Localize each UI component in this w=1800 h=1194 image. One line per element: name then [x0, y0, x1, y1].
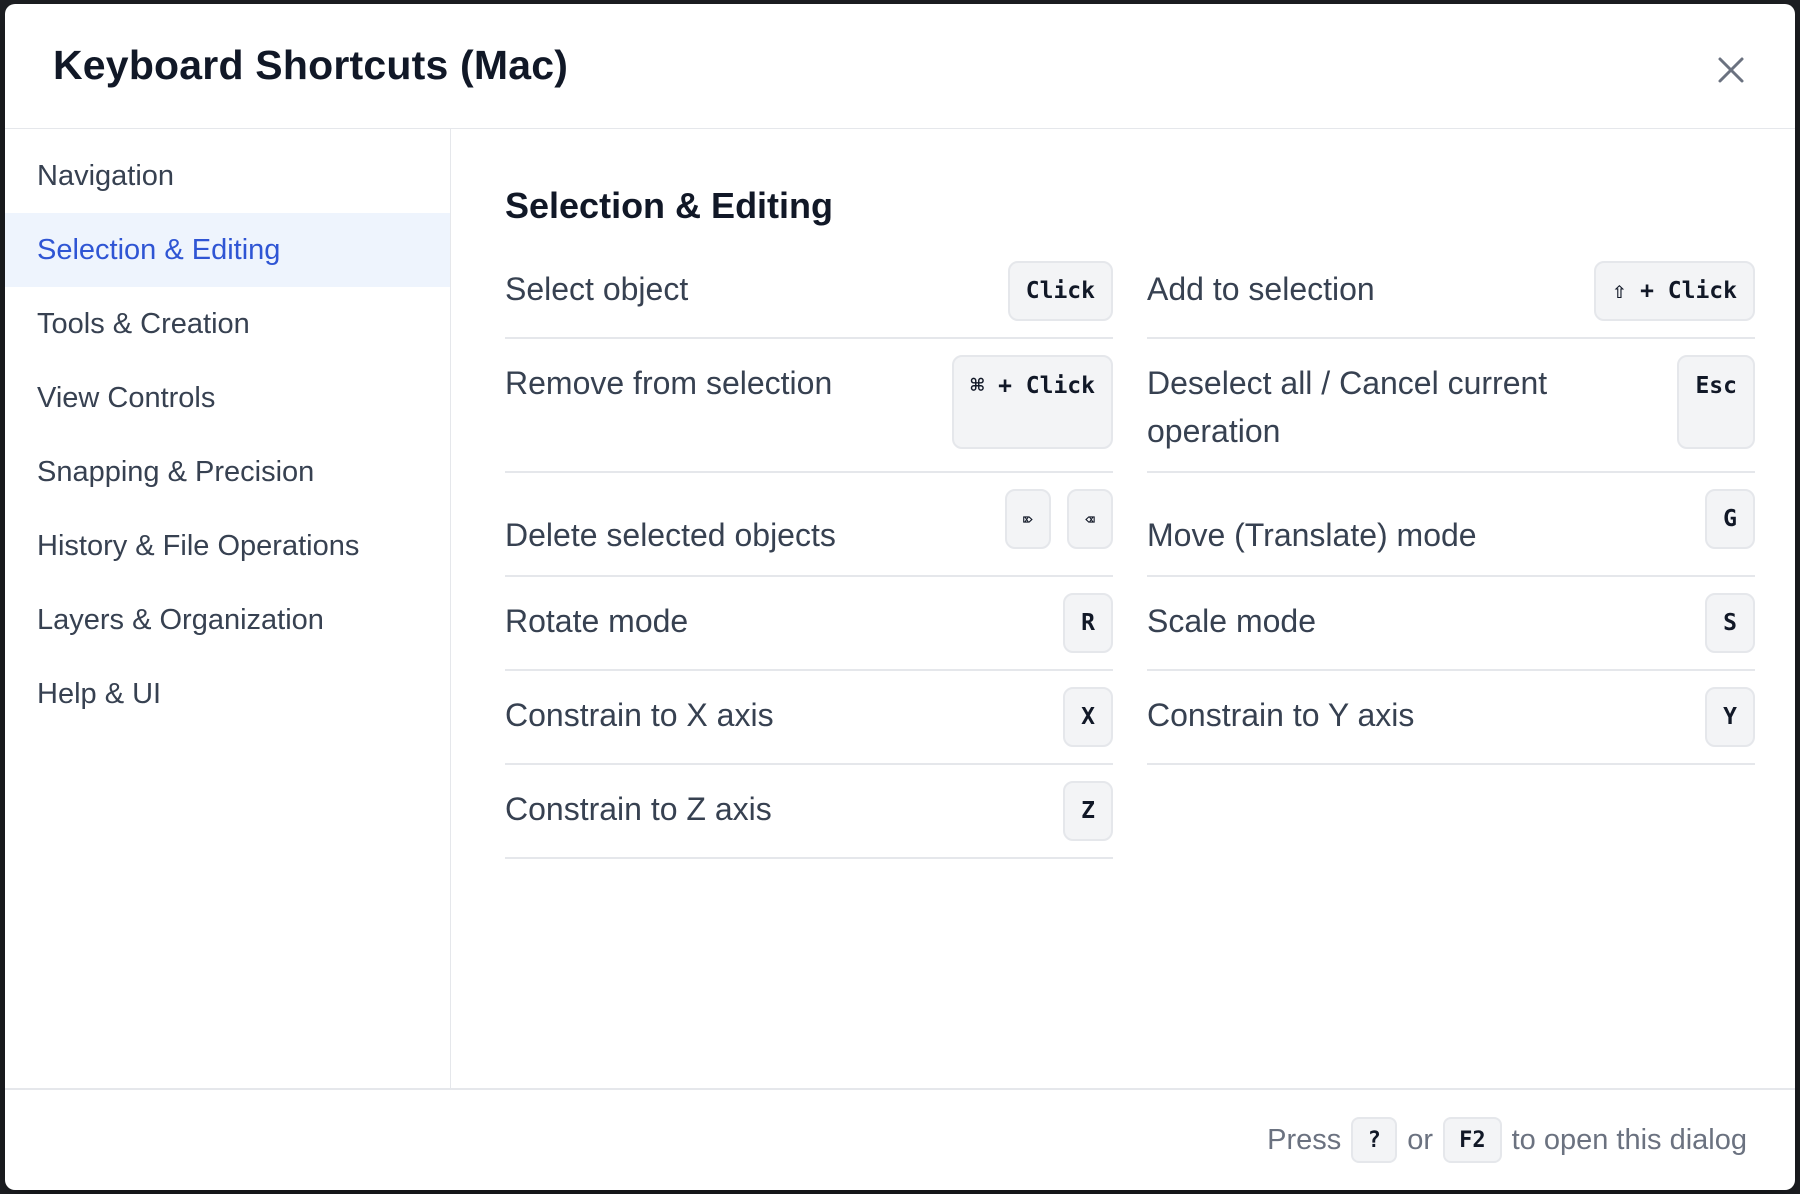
key-badge: S [1705, 593, 1755, 653]
key-badge: Y [1705, 687, 1755, 747]
shortcut-row: Remove from selection ⌘ + Click [505, 355, 1113, 473]
f2-key: F2 [1443, 1117, 1502, 1163]
shortcut-label: Rotate mode [505, 603, 689, 639]
sidebar-item-history-file[interactable]: History & File Operations [5, 509, 450, 583]
shortcut-row: Move (Translate) mode G [1147, 489, 1755, 577]
shortcut-label: Scale mode [1147, 603, 1316, 639]
shortcut-row: Select object Click [505, 261, 1113, 339]
shortcut-label: Remove from selection [505, 365, 833, 401]
backspace-key: ⌫ [1067, 489, 1113, 549]
forward-delete-key: ⌦ [1005, 489, 1051, 549]
category-sidebar: Navigation Selection & Editing Tools & C… [5, 129, 451, 1088]
shortcut-label: Delete selected objects [505, 517, 836, 553]
key-badge: Z [1063, 781, 1113, 841]
sidebar-item-layers-organization[interactable]: Layers & Organization [5, 583, 450, 657]
dialog-header: Keyboard Shortcuts (Mac) [5, 4, 1795, 129]
shortcut-row: Scale mode S [1147, 593, 1755, 671]
sidebar-item-view-controls[interactable]: View Controls [5, 361, 450, 435]
dialog-footer: Press ? or F2 to open this dialog [5, 1088, 1795, 1190]
sidebar-item-help-ui[interactable]: Help & UI [5, 657, 450, 731]
shortcut-label: Move (Translate) mode [1147, 517, 1477, 553]
close-button[interactable] [1709, 48, 1753, 92]
shortcut-row: Rotate mode R [505, 593, 1113, 671]
section-title: Selection & Editing [505, 185, 834, 226]
shortcut-row: Add to selection ⇧ + Click [1147, 261, 1755, 339]
footer-press-text: Press [1267, 1123, 1342, 1156]
sidebar-item-snapping-precision[interactable]: Snapping & Precision [5, 435, 450, 509]
footer-or-text: or [1407, 1123, 1434, 1156]
key-badge: ⇧ + Click [1594, 261, 1755, 321]
shortcut-row: Deselect all / Cancel current operation … [1147, 355, 1755, 473]
key-badge: G [1705, 489, 1755, 549]
keyboard-shortcuts-dialog: Keyboard Shortcuts (Mac) Navigation Sele… [5, 4, 1795, 1190]
key-badge: X [1063, 687, 1113, 747]
shortcut-row: Delete selected objects ⌦ ⌫ [505, 489, 1113, 577]
shortcut-label: Deselect all / Cancel current operation [1147, 365, 1548, 449]
shortcut-label: Add to selection [1147, 271, 1375, 307]
shortcut-label: Constrain to Y axis [1147, 697, 1415, 733]
key-badge: ⌘ + Click [952, 355, 1113, 449]
close-icon [1718, 57, 1744, 83]
key-badge: Esc [1677, 355, 1755, 449]
shortcut-label: Select object [505, 271, 689, 307]
question-key: ? [1351, 1117, 1398, 1163]
sidebar-item-selection-editing[interactable]: Selection & Editing [5, 213, 450, 287]
shortcut-grid: Select object Click Add to selection ⇧ +… [505, 261, 1755, 875]
shortcut-label: Constrain to Z axis [505, 791, 772, 827]
footer-suffix-text: to open this dialog [1511, 1123, 1747, 1156]
dialog-title: Keyboard Shortcuts (Mac) [53, 42, 569, 88]
shortcut-label: Constrain to X axis [505, 697, 774, 733]
shortcut-row: Constrain to X axis X [505, 687, 1113, 765]
sidebar-item-navigation[interactable]: Navigation [5, 139, 450, 213]
shortcut-row: Constrain to Z axis Z [505, 781, 1113, 859]
key-badge: Click [1007, 261, 1113, 321]
key-badge: R [1063, 593, 1113, 653]
sidebar-item-tools-creation[interactable]: Tools & Creation [5, 287, 450, 361]
shortcut-row: Constrain to Y axis Y [1147, 687, 1755, 765]
